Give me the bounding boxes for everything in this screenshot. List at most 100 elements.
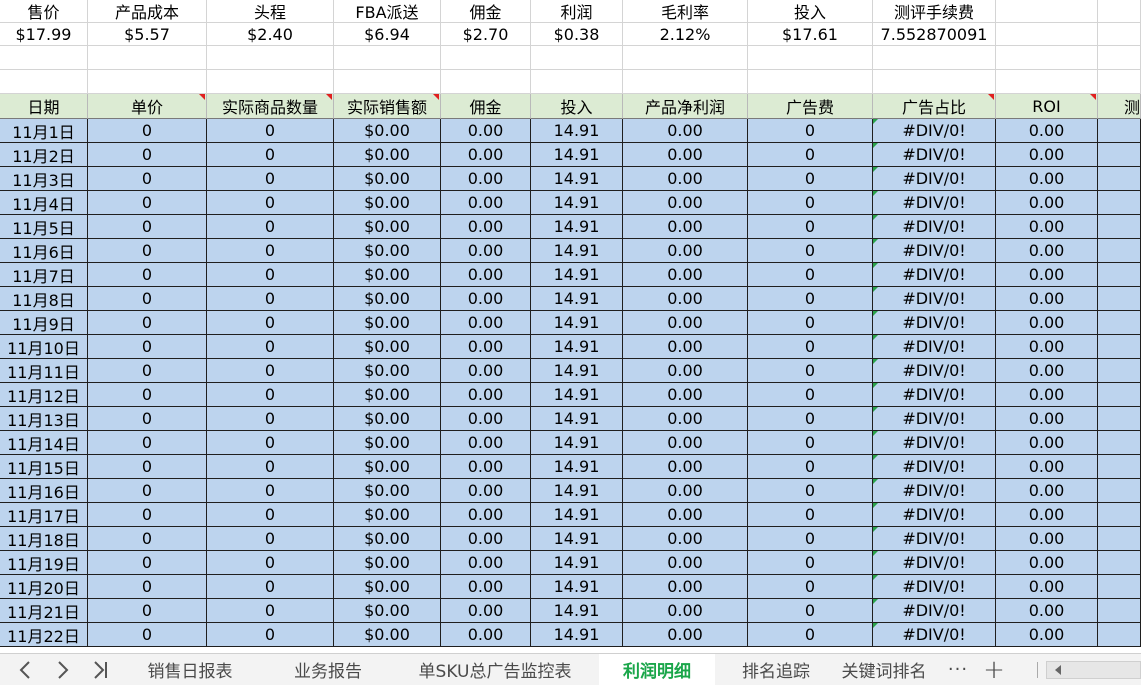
data-cell[interactable]: $0.00 xyxy=(334,599,441,623)
empty-cell[interactable] xyxy=(748,70,873,94)
data-cell[interactable] xyxy=(1098,167,1141,191)
data-cell[interactable]: 0.00 xyxy=(441,263,531,287)
data-cell[interactable]: 0 xyxy=(207,623,334,647)
empty-cell[interactable] xyxy=(1098,0,1141,23)
data-cell[interactable]: $0.00 xyxy=(334,239,441,263)
data-cell[interactable]: $0.00 xyxy=(334,191,441,215)
data-cell[interactable]: 11月12日 xyxy=(0,383,88,407)
data-cell[interactable]: #DIV/0! xyxy=(873,143,996,167)
data-cell[interactable]: 0 xyxy=(88,359,207,383)
next-sheet-button[interactable] xyxy=(48,654,78,686)
column-header-cell[interactable]: ROI xyxy=(996,94,1098,119)
data-cell[interactable]: 0 xyxy=(207,287,334,311)
data-cell[interactable]: 11月4日 xyxy=(0,191,88,215)
data-cell[interactable]: $0.00 xyxy=(334,623,441,647)
data-cell[interactable]: #DIV/0! xyxy=(873,575,996,599)
data-cell[interactable] xyxy=(1098,311,1141,335)
data-cell[interactable]: $0.00 xyxy=(334,551,441,575)
data-cell[interactable]: 0 xyxy=(748,599,873,623)
data-cell[interactable]: 0 xyxy=(207,551,334,575)
data-cell[interactable]: #DIV/0! xyxy=(873,335,996,359)
data-cell[interactable]: 0 xyxy=(207,575,334,599)
summary-header-cell[interactable]: 投入 xyxy=(748,0,873,23)
data-cell[interactable]: 0 xyxy=(88,311,207,335)
data-cell[interactable]: 0.00 xyxy=(441,215,531,239)
empty-cell[interactable] xyxy=(996,0,1098,23)
data-cell[interactable]: 0 xyxy=(207,239,334,263)
data-cell[interactable]: 0 xyxy=(88,239,207,263)
data-cell[interactable]: 0 xyxy=(748,575,873,599)
data-cell[interactable]: 0 xyxy=(207,527,334,551)
data-cell[interactable]: $0.00 xyxy=(334,335,441,359)
data-cell[interactable]: 0.00 xyxy=(623,431,748,455)
data-cell[interactable]: $0.00 xyxy=(334,311,441,335)
empty-cell[interactable] xyxy=(873,46,996,70)
summary-header-cell[interactable]: 利润 xyxy=(531,0,623,23)
data-cell[interactable]: 0 xyxy=(88,575,207,599)
data-cell[interactable]: 0.00 xyxy=(996,551,1098,575)
empty-cell[interactable] xyxy=(531,46,623,70)
data-cell[interactable] xyxy=(1098,383,1141,407)
data-cell[interactable]: 0.00 xyxy=(996,599,1098,623)
data-cell[interactable]: #DIV/0! xyxy=(873,479,996,503)
data-cell[interactable] xyxy=(1098,119,1141,143)
data-cell[interactable] xyxy=(1098,455,1141,479)
data-cell[interactable]: 11月13日 xyxy=(0,407,88,431)
data-cell[interactable]: 0 xyxy=(88,143,207,167)
data-cell[interactable]: 14.91 xyxy=(531,239,623,263)
data-cell[interactable]: $0.00 xyxy=(334,503,441,527)
empty-cell[interactable] xyxy=(88,70,207,94)
data-cell[interactable]: $0.00 xyxy=(334,431,441,455)
data-cell[interactable]: 14.91 xyxy=(531,551,623,575)
data-cell[interactable]: 0 xyxy=(207,359,334,383)
data-cell[interactable]: 14.91 xyxy=(531,623,623,647)
data-cell[interactable]: 0.00 xyxy=(623,359,748,383)
data-cell[interactable]: 11月6日 xyxy=(0,239,88,263)
column-header-cell[interactable]: 日期 xyxy=(0,94,88,119)
data-cell[interactable]: 0 xyxy=(748,335,873,359)
summary-value-cell[interactable]: $5.57 xyxy=(88,23,207,46)
data-cell[interactable]: 0.00 xyxy=(623,287,748,311)
data-cell[interactable]: 0 xyxy=(88,383,207,407)
add-sheet-button[interactable]: + xyxy=(976,654,1012,685)
data-cell[interactable]: 0.00 xyxy=(441,383,531,407)
data-cell[interactable]: #DIV/0! xyxy=(873,239,996,263)
data-cell[interactable]: 0.00 xyxy=(996,239,1098,263)
data-cell[interactable]: $0.00 xyxy=(334,455,441,479)
data-cell[interactable]: 0 xyxy=(207,263,334,287)
data-cell[interactable]: 14.91 xyxy=(531,455,623,479)
data-cell[interactable]: 0 xyxy=(88,191,207,215)
horizontal-scrollbar[interactable] xyxy=(1046,661,1141,679)
spreadsheet-grid[interactable]: 售价 产品成本 头程 FBA派送 佣金 利润 毛利率 投入 测评手续费 $17.99 $5.57 $2… xyxy=(0,0,1141,653)
data-cell[interactable]: 14.91 xyxy=(531,335,623,359)
data-cell[interactable]: 0 xyxy=(88,287,207,311)
data-cell[interactable]: #DIV/0! xyxy=(873,599,996,623)
data-cell[interactable]: 0 xyxy=(88,479,207,503)
data-cell[interactable] xyxy=(1098,335,1141,359)
data-cell[interactable]: 0.00 xyxy=(996,311,1098,335)
column-header-cell[interactable]: 佣金 xyxy=(441,94,531,119)
data-cell[interactable]: 0 xyxy=(207,383,334,407)
column-header-cell[interactable]: 实际销售额 xyxy=(334,94,441,119)
data-cell[interactable]: 0 xyxy=(207,191,334,215)
data-cell[interactable] xyxy=(1098,479,1141,503)
data-cell[interactable]: 0 xyxy=(88,215,207,239)
scroll-left-icon[interactable] xyxy=(1053,663,1063,677)
data-cell[interactable]: 11月20日 xyxy=(0,575,88,599)
data-cell[interactable] xyxy=(1098,263,1141,287)
data-cell[interactable]: #DIV/0! xyxy=(873,551,996,575)
data-cell[interactable]: 11月3日 xyxy=(0,167,88,191)
data-cell[interactable]: 0.00 xyxy=(996,335,1098,359)
data-cell[interactable]: 0 xyxy=(207,215,334,239)
data-cell[interactable]: 0 xyxy=(207,143,334,167)
data-cell[interactable]: 0 xyxy=(207,479,334,503)
data-cell[interactable]: 14.91 xyxy=(531,575,623,599)
data-cell[interactable] xyxy=(1098,431,1141,455)
data-cell[interactable]: 0.00 xyxy=(623,263,748,287)
data-cell[interactable]: #DIV/0! xyxy=(873,359,996,383)
data-cell[interactable]: 0.00 xyxy=(623,383,748,407)
data-cell[interactable]: 0 xyxy=(88,623,207,647)
data-cell[interactable]: 0 xyxy=(748,503,873,527)
data-cell[interactable]: 0.00 xyxy=(623,311,748,335)
data-cell[interactable] xyxy=(1098,527,1141,551)
